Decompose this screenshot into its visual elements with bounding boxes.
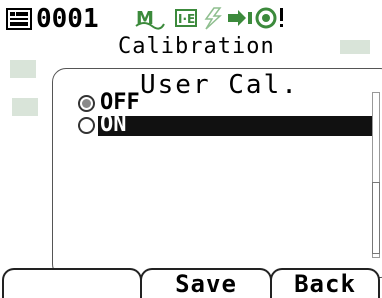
option-off[interactable]: OFF — [78, 90, 198, 115]
specular-mode-icon: I·E — [175, 9, 197, 27]
measurement-mode-icon: M — [135, 8, 165, 30]
scrollbar-thumb[interactable] — [372, 182, 380, 254]
svg-text:I·E: I·E — [178, 12, 195, 26]
status-icons: M I·E — [135, 7, 283, 30]
radio-button[interactable] — [78, 117, 95, 134]
flash-icon — [204, 7, 222, 30]
option-on-label: ON — [100, 112, 127, 137]
connection-icon — [228, 10, 252, 26]
background-icon — [12, 98, 38, 116]
screen-title: Calibration — [118, 34, 275, 59]
radio-button-selected[interactable] — [78, 95, 95, 112]
warning-icon — [255, 7, 283, 29]
background-icon — [10, 60, 36, 78]
option-on[interactable]: ON — [78, 112, 374, 137]
background-icon — [340, 40, 370, 54]
target-number: 0001 — [36, 4, 99, 34]
target-data-icon — [6, 8, 32, 30]
